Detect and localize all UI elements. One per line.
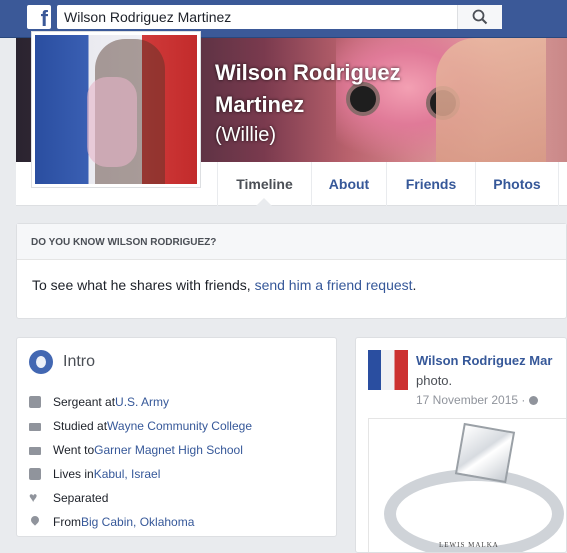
graduation-cap-icon — [29, 423, 41, 431]
ring-gem — [454, 422, 516, 484]
facebook-logo-icon[interactable]: f — [27, 5, 51, 31]
graduation-cap-icon — [29, 447, 41, 455]
post-subtitle: photo. — [416, 373, 453, 388]
post-timestamp[interactable]: 17 November 2015 · — [416, 393, 538, 407]
tab-friends[interactable]: Friends — [386, 162, 475, 206]
prompt-text-lead: To see what he shares with friends, — [32, 277, 255, 293]
intro-row-text: From — [53, 515, 81, 529]
post-photo-caption: LEWIS MALKA — [439, 541, 499, 549]
timeline-post: Wilson Rodriguez Mar photo. 17 November … — [355, 337, 567, 553]
prompt-text: To see what he shares with friends, send… — [32, 277, 416, 293]
post-date-text: 17 November 2015 · — [416, 393, 529, 407]
profile-nickname: (Willie) — [215, 124, 277, 146]
profile-name[interactable]: Wilson Rodriguez — [215, 60, 401, 86]
globe-icon — [528, 396, 538, 406]
intro-title: Intro — [63, 353, 96, 370]
post-photo[interactable]: LEWIS MALKA — [368, 418, 566, 552]
tab-photos[interactable]: Photos — [475, 162, 559, 206]
intro-row-from: From Big Cabin, Oklahoma — [29, 513, 194, 531]
intro-link-from[interactable]: Big Cabin, Oklahoma — [81, 515, 194, 529]
send-friend-request-link[interactable]: send him a friend request — [255, 277, 413, 293]
post-author-name[interactable]: Wilson Rodriguez Mar — [416, 353, 552, 368]
intro-row-text: Separated — [53, 491, 109, 505]
friend-request-prompt: DO YOU KNOW WILSON RODRIGUEZ? To see wha… — [16, 223, 567, 319]
intro-link-lives[interactable]: Kabul, Israel — [94, 467, 161, 481]
intro-row-relationship: Separated — [29, 489, 108, 507]
intro-row-text: Studied at — [53, 419, 108, 433]
heart-icon — [29, 489, 41, 505]
prompt-heading: DO YOU KNOW WILSON RODRIGUEZ? — [17, 224, 566, 260]
intro-link-college[interactable]: Wayne Community College — [107, 419, 252, 433]
pp-child — [87, 77, 137, 167]
profile-picture-image — [35, 35, 197, 184]
search-input-value: Wilson Rodriguez Martinez — [64, 9, 232, 25]
active-tab-caret — [256, 198, 272, 206]
tab-about[interactable]: About — [311, 162, 386, 206]
profile-name-line2[interactable]: Martinez — [215, 92, 304, 118]
cover-owl-eye — [346, 82, 380, 116]
location-pin-icon — [29, 516, 41, 528]
home-icon — [29, 468, 41, 480]
intro-card: Intro Sergeant at U.S. Army Studied at W… — [16, 337, 337, 537]
intro-row-lives: Lives in Kabul, Israel — [29, 465, 160, 483]
intro-row-work: Sergeant at U.S. Army — [29, 393, 169, 411]
search-input[interactable]: Wilson Rodriguez Martinez — [57, 5, 502, 29]
globe-icon — [29, 350, 53, 374]
intro-row-text: Sergeant at — [53, 395, 116, 409]
search-icon — [472, 9, 488, 25]
intro-link-highschool[interactable]: Garner Magnet High School — [94, 443, 243, 457]
cover-arm — [436, 38, 546, 162]
prompt-text-end: . — [412, 277, 417, 293]
intro-row-text: Went to — [53, 443, 95, 457]
post-author-avatar[interactable] — [368, 350, 408, 390]
intro-row-highschool: Went to Garner Magnet High School — [29, 441, 243, 459]
profile-picture[interactable] — [31, 31, 201, 188]
intro-row-college: Studied at Wayne Community College — [29, 417, 252, 435]
intro-row-text: Lives in — [53, 467, 94, 481]
intro-link-army[interactable]: U.S. Army — [115, 395, 169, 409]
briefcase-icon — [29, 396, 41, 408]
search-button[interactable] — [457, 5, 502, 29]
